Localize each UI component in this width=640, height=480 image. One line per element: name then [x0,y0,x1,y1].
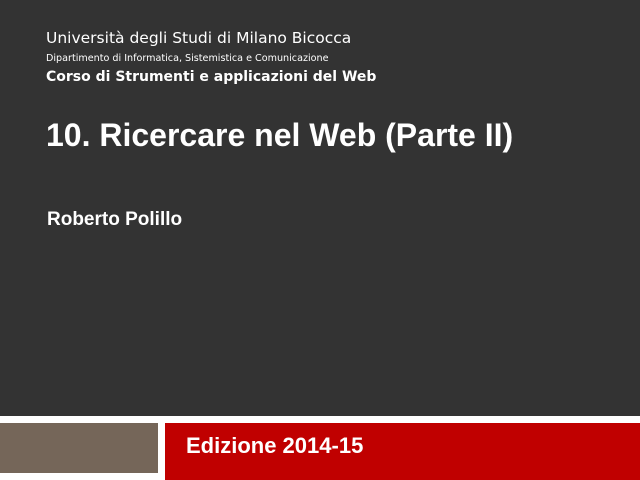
footer-accent-block [0,423,158,473]
edition-label: Edizione 2014-15 [186,433,364,458]
author-name: Roberto Polillo [47,209,183,230]
slide-title: 10. Ricercare nel Web (Parte II) [46,117,514,153]
department-name: Dipartimento di Informatica, Sistemistic… [46,53,329,64]
university-name: Università degli Studi di Milano Bicocca [46,29,352,47]
title-slide: Università degli Studi di Milano Bicocca… [0,0,640,480]
course-name: Corso di Strumenti e applicazioni del We… [46,69,377,85]
